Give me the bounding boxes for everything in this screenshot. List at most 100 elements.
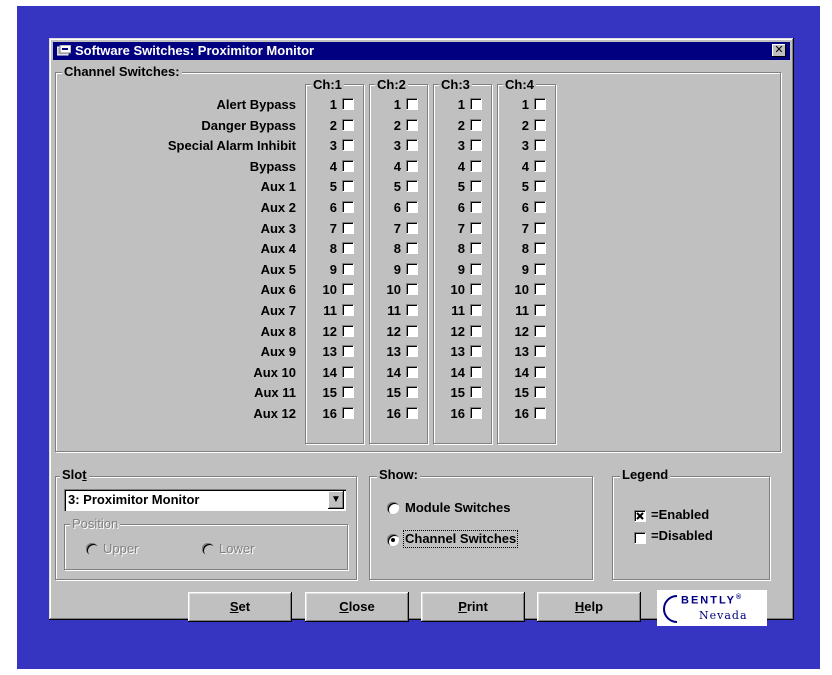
switch-number: 16 — [322, 406, 337, 421]
switch-cell: 15 — [375, 385, 417, 401]
switch-checkbox[interactable] — [470, 345, 481, 356]
switch-checkbox[interactable] — [406, 160, 417, 171]
switch-checkbox[interactable] — [342, 201, 353, 212]
switch-checkbox[interactable] — [342, 222, 353, 233]
switch-checkbox[interactable] — [406, 345, 417, 356]
switch-checkbox[interactable] — [470, 119, 481, 130]
switch-checkbox[interactable] — [534, 345, 545, 356]
switch-checkbox[interactable] — [534, 139, 545, 150]
switch-checkbox[interactable] — [342, 263, 353, 274]
switch-checkbox[interactable] — [534, 304, 545, 315]
switch-checkbox[interactable] — [342, 180, 353, 191]
switch-checkbox[interactable] — [470, 263, 481, 274]
switch-checkbox[interactable] — [534, 386, 545, 397]
switch-cell: 13 — [375, 344, 417, 360]
switch-checkbox[interactable] — [534, 283, 545, 294]
switch-checkbox[interactable] — [342, 160, 353, 171]
switch-checkbox[interactable] — [534, 119, 545, 130]
switch-number: 13 — [386, 344, 401, 359]
channel-switches-radio[interactable] — [387, 534, 399, 546]
switch-checkbox[interactable] — [534, 325, 545, 336]
switch-checkbox[interactable] — [470, 304, 481, 315]
row-label: Bypass — [249, 159, 296, 174]
show-group — [369, 476, 593, 580]
row-label: Aux 7 — [260, 303, 296, 318]
upper-radio[interactable] — [86, 543, 98, 555]
switch-checkbox[interactable] — [406, 263, 417, 274]
module-switches-label[interactable]: Module Switches — [405, 500, 510, 516]
lower-radio[interactable] — [202, 543, 214, 555]
switch-checkbox[interactable] — [406, 325, 417, 336]
switch-number: 8 — [521, 241, 529, 256]
help-button[interactable]: Help — [537, 592, 641, 622]
switch-checkbox[interactable] — [342, 119, 353, 130]
switch-number: 6 — [393, 200, 401, 215]
switch-checkbox[interactable] — [406, 242, 417, 253]
switch-checkbox[interactable] — [406, 98, 417, 109]
switch-checkbox[interactable] — [534, 366, 545, 377]
switch-checkbox[interactable] — [406, 386, 417, 397]
switch-checkbox[interactable] — [470, 283, 481, 294]
switch-checkbox[interactable] — [342, 98, 353, 109]
switch-checkbox[interactable] — [470, 407, 481, 418]
switch-number: 11 — [323, 303, 337, 318]
switch-checkbox[interactable] — [342, 386, 353, 397]
switch-checkbox[interactable] — [342, 366, 353, 377]
switch-checkbox[interactable] — [470, 98, 481, 109]
switch-checkbox[interactable] — [406, 407, 417, 418]
switch-checkbox[interactable] — [534, 263, 545, 274]
row-label: Aux 8 — [260, 324, 296, 339]
print-button[interactable]: Print — [421, 592, 525, 622]
switch-checkbox[interactable] — [406, 119, 417, 130]
switch-checkbox[interactable] — [342, 325, 353, 336]
switch-checkbox[interactable] — [534, 242, 545, 253]
switch-checkbox[interactable] — [406, 366, 417, 377]
switch-checkbox[interactable] — [470, 160, 481, 171]
switch-checkbox[interactable] — [406, 222, 417, 233]
switch-checkbox[interactable] — [534, 201, 545, 212]
row-label: Aux 2 — [260, 200, 296, 215]
switch-checkbox[interactable] — [534, 98, 545, 109]
switch-checkbox[interactable] — [470, 139, 481, 150]
switch-checkbox[interactable] — [406, 201, 417, 212]
switch-checkbox[interactable] — [342, 242, 353, 253]
switch-cell: 12 — [375, 324, 417, 340]
switch-checkbox[interactable] — [342, 304, 353, 315]
switch-cell: 5 — [375, 179, 417, 195]
switch-checkbox[interactable] — [534, 160, 545, 171]
switch-cell: 16 — [503, 406, 545, 422]
switch-cell: 10 — [311, 282, 353, 298]
close-button[interactable]: Close — [305, 592, 409, 622]
switch-checkbox[interactable] — [534, 222, 545, 233]
switch-checkbox[interactable] — [406, 304, 417, 315]
switch-checkbox[interactable] — [406, 180, 417, 191]
switch-checkbox[interactable] — [406, 283, 417, 294]
switch-checkbox[interactable] — [534, 407, 545, 418]
switch-checkbox[interactable] — [342, 345, 353, 356]
switch-checkbox[interactable] — [342, 139, 353, 150]
switch-checkbox[interactable] — [470, 386, 481, 397]
switch-checkbox[interactable] — [470, 242, 481, 253]
dropdown-arrow-icon[interactable]: ▼ — [328, 491, 344, 509]
close-window-button[interactable]: ✕ — [772, 44, 786, 57]
switch-checkbox[interactable] — [470, 366, 481, 377]
switch-checkbox[interactable] — [406, 139, 417, 150]
switch-cell: 7 — [439, 221, 481, 237]
switch-cell: 6 — [503, 200, 545, 216]
switch-cell: 9 — [439, 262, 481, 278]
slot-select[interactable]: 3: Proximitor Monitor ▼ — [64, 489, 346, 511]
set-button[interactable]: Set — [188, 592, 292, 622]
switch-checkbox[interactable] — [470, 325, 481, 336]
switch-checkbox[interactable] — [470, 201, 481, 212]
switch-checkbox[interactable] — [342, 283, 353, 294]
switch-checkbox[interactable] — [470, 222, 481, 233]
switch-number: 11 — [451, 303, 465, 318]
switch-checkbox[interactable] — [534, 180, 545, 191]
switch-cell: 14 — [311, 365, 353, 381]
switch-checkbox[interactable] — [470, 180, 481, 191]
switch-cell: 11 — [375, 303, 417, 319]
switch-checkbox[interactable] — [342, 407, 353, 418]
channel-switches-radio-label[interactable]: Channel Switches — [402, 530, 519, 548]
switch-cell: 11 — [439, 303, 481, 319]
module-switches-radio[interactable] — [387, 502, 399, 514]
